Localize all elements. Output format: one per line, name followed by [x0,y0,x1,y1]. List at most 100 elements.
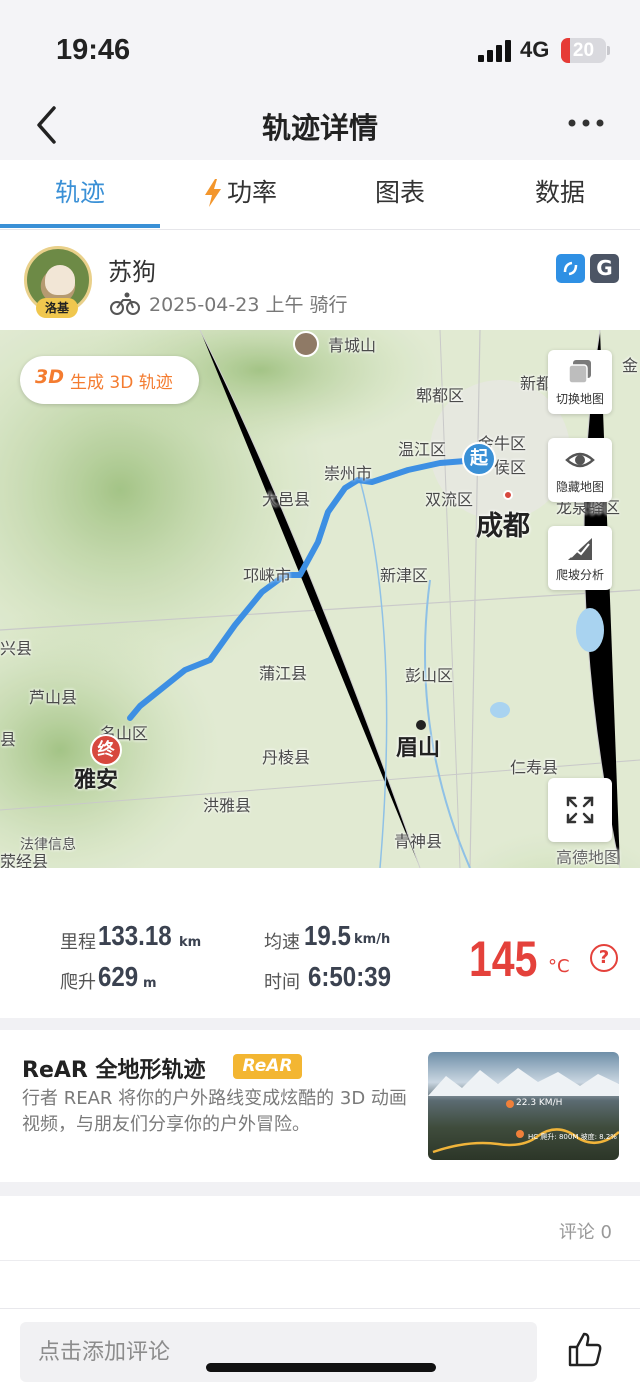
map-label-city: 雅安 [74,768,119,793]
battery-nub [607,46,610,55]
comments-section: 评论 0 [0,1196,640,1308]
map-label: 崇州市 [324,464,373,483]
map-label: 仁寿县 [510,758,559,777]
map-label: 县 [0,730,17,749]
climb-analysis-label: 爬坡分析 [555,568,604,582]
activity-meta: 2025-04-23 上午 骑行 [149,294,348,316]
rear-description: 行者 REAR 将你的户外路线变成炫酷的 3D 动画视频，与朋友们分享你的户外冒… [22,1088,407,1135]
city-marker [416,720,426,730]
map-label: 青神县 [394,832,443,851]
power-value: 145 [469,931,538,987]
divider [0,1260,640,1261]
tab-track[interactable]: 轨迹 [0,160,160,230]
speed-label: 均速 [264,932,300,953]
tab-power-label: 功率 [226,178,277,207]
map-label: 郫都区 [416,386,465,405]
climb-value: 629 [98,961,139,992]
distance-label: 里程 [60,932,96,953]
mountain-icon [293,331,319,357]
thumbs-up-icon[interactable] [566,1331,604,1369]
map-label: 温江区 [398,440,447,459]
map-attribution: 高德地图 [556,848,621,867]
speed-unit: km/h [354,932,391,947]
sync-icon [563,261,578,276]
profile-header: 洛基 苏狗 2025-04-23 上午 骑行 G [0,230,640,330]
route-start-marker: 起 [462,442,496,476]
lightning-icon [204,179,221,207]
ellipsis-icon[interactable] [566,111,606,135]
comment-count: 评论 0 [558,1222,612,1243]
battery-percent: 20 [572,40,595,61]
map-label: 兴县 [0,639,33,658]
tab-data[interactable]: 数据 [480,160,640,230]
home-indicator [206,1363,436,1372]
generate-3d-label: 生成 3D 轨迹 [70,373,173,393]
slope-icon [568,538,592,560]
map-label: 荥经县 [0,852,49,868]
expand-icon [566,796,594,824]
strava-sync-icon[interactable] [556,254,585,283]
page-title: 轨迹详情 [261,111,378,145]
garmin-badge-icon[interactable]: G [590,254,619,283]
distance-unit: km [179,935,202,950]
bike-icon [110,292,140,315]
tab-chart[interactable]: 图表 [320,160,480,230]
map-label: 青城山 [328,336,377,355]
eye-icon [565,452,595,468]
status-time: 19:46 [56,34,131,66]
time-value: 6:50:39 [308,961,392,992]
generate-3d-track-button[interactable]: 3D 生成 3D 轨迹 [20,356,199,404]
map-label: 芦山县 [29,688,78,707]
map-label: 彭山区 [405,666,454,685]
fullscreen-button[interactable] [548,778,612,842]
rear-preview-image[interactable]: 22.3 KM/H HC 爬升: 800M 坡度: 8.2% [428,1052,619,1160]
3d-icon: 3D [35,366,64,388]
map-label-city: 眉山 [396,736,441,761]
map-label: 邛崃市 [243,566,292,585]
rear-badge: ReAR [233,1054,302,1079]
user-name[interactable]: 苏狗 [108,252,156,287]
hide-map-button[interactable]: 隐藏地图 [548,438,612,502]
battery-icon: 20 [561,38,606,63]
rear-promo-card[interactable]: ReAR 全地形轨迹 ReAR 行者 REAR 将你的户外路线变成炫酷的 3D … [0,1030,640,1182]
route-end-marker: 终 [90,734,122,766]
preview-speed: 22.3 KM/H [516,1098,563,1108]
map-label: 洪雅县 [203,796,252,815]
status-bar: 19:46 4G 20 [0,0,640,95]
nav-bar: 轨迹详情 [0,95,640,160]
city-marker [503,490,513,500]
tab-data-label: 数据 [534,178,585,207]
map-label: 丹棱县 [262,748,311,767]
map-label: 金 [622,356,639,375]
time-label: 时间 [264,972,300,993]
map-label: 双流区 [425,490,474,509]
comment-input[interactable] [20,1322,537,1382]
cat-photo [45,265,75,295]
route-map[interactable]: 青城山 郫都区 新都 金 温江区 金牛区 侯区 崇州市 大邑县 双流区 成都 龙… [0,330,640,868]
switch-map-button[interactable]: 切换地图 [548,350,612,414]
tab-chart-label: 图表 [374,178,425,207]
stats-panel: 里程 133.18 km 均速 19.5 km/h 爬升 629 m 时间 6:… [0,868,640,1018]
climb-label: 爬升 [60,972,96,993]
switch-map-label: 切换地图 [555,392,604,406]
hide-map-label: 隐藏地图 [555,480,604,494]
tab-power[interactable]: 功率 [160,160,320,230]
map-label: 蒲江县 [259,664,308,683]
distance-value: 133.18 [98,920,172,951]
climb-unit: m [143,976,157,991]
speed-value: 19.5 [304,920,351,951]
map-label: 侯区 [494,458,527,477]
rear-title: ReAR 全地形轨迹 [22,1058,206,1083]
help-icon[interactable]: ? [590,944,618,972]
map-label-city: 成都 [476,511,530,542]
tab-bar: 轨迹 功率 图表 数据 [0,160,640,230]
climb-analysis-button[interactable]: 爬坡分析 [548,526,612,590]
tab-active-indicator [0,224,160,228]
tab-track-label: 轨迹 [54,178,105,207]
map-label: 大邑县 [262,490,311,509]
network-type: 4G [520,37,550,62]
avatar-badge: 洛基 [36,298,78,318]
bottom-bar [0,1308,640,1385]
layers-icon [568,360,591,384]
map-label: 新津区 [380,566,429,585]
